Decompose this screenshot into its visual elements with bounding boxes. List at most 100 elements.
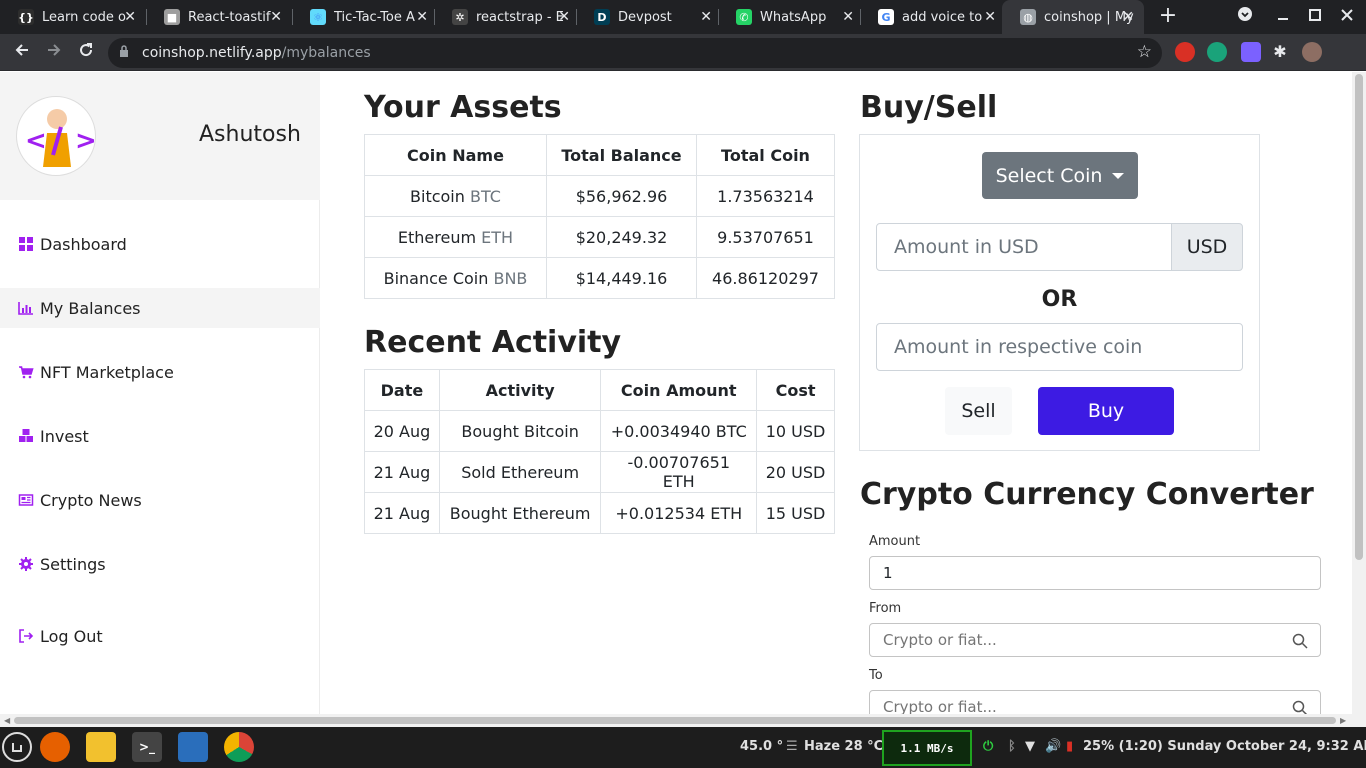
activity-cell: +0.0034940 BTC bbox=[600, 410, 758, 452]
browser-tab[interactable]: ✆ WhatsApp ✕ bbox=[718, 0, 864, 34]
horizontal-scrollbar[interactable]: ◀ ▶ bbox=[0, 714, 1366, 727]
bookmark-star-icon[interactable]: ☆ bbox=[1137, 42, 1152, 62]
converter-amount-input[interactable]: 1 bbox=[869, 556, 1321, 590]
activity-column-header: Activity bbox=[438, 369, 602, 411]
activity-cell: -0.00707651 ETH bbox=[600, 451, 758, 493]
vertical-scroll-thumb[interactable] bbox=[1355, 74, 1363, 560]
browser-tab[interactable]: ⚛ Tic-Tac-Toe A ✕ bbox=[292, 0, 438, 34]
amount-coin-input[interactable]: Amount in respective coin bbox=[876, 323, 1243, 371]
url-text: coinshop.netlify.app/mybalances bbox=[142, 45, 371, 61]
volume-icon[interactable]: 🔊 bbox=[1045, 739, 1061, 754]
battery-icon[interactable]: ▮ bbox=[1066, 739, 1073, 754]
extension-green-icon[interactable] bbox=[1207, 42, 1227, 62]
total-balance-cell: $56,962.96 bbox=[546, 175, 697, 217]
browser-tab[interactable]: D Devpost ✕ bbox=[576, 0, 722, 34]
profile-avatar-icon[interactable] bbox=[1302, 42, 1322, 62]
bluetooth-icon[interactable]: ᛒ bbox=[1008, 739, 1016, 754]
horizontal-scroll-thumb[interactable] bbox=[14, 717, 1336, 724]
activity-column-header: Cost bbox=[756, 369, 835, 411]
tab-close-icon[interactable]: ✕ bbox=[558, 9, 570, 25]
activity-cell: Sold Ethereum bbox=[438, 451, 602, 493]
maximize-icon[interactable] bbox=[1304, 6, 1326, 28]
select-coin-dropdown[interactable]: Select Coin bbox=[982, 152, 1138, 199]
browser-tab-strip: {} Learn code o ✕ ■ React-toastif ✕ ⚛ Tic-Tac-T… bbox=[0, 0, 1366, 34]
sidebar-item-log-out[interactable]: Log Out bbox=[0, 616, 320, 656]
activity-cell: 20 USD bbox=[756, 451, 835, 493]
from-label: From bbox=[869, 601, 902, 616]
clock-text[interactable]: 25% (1:20) Sunday October 24, 9:32 AM bbox=[1083, 739, 1366, 754]
vertical-scrollbar[interactable] bbox=[1352, 72, 1366, 714]
activity-cell: Bought Bitcoin bbox=[438, 410, 602, 452]
vscode-icon[interactable] bbox=[178, 732, 208, 762]
username: Ashutosh bbox=[199, 122, 301, 147]
assets-title: Your Assets bbox=[364, 90, 562, 125]
lock-icon bbox=[120, 45, 128, 57]
tab-label: React-toastif bbox=[188, 9, 271, 25]
sidebar-item-nft-marketplace[interactable]: NFT Marketplace bbox=[0, 352, 320, 392]
coin-name: Binance Coin bbox=[383, 268, 489, 288]
assets-table: Coin Name Total Balance Total Coin Bitcoin… bbox=[364, 134, 835, 299]
tab-search-icon[interactable] bbox=[1234, 6, 1256, 28]
coin-symbol: BNB bbox=[493, 268, 528, 288]
new-tab-button[interactable]: + bbox=[1156, 4, 1180, 28]
browser-tab[interactable]: Gadd voice to ✕ bbox=[860, 0, 1006, 34]
tab-separator bbox=[860, 9, 861, 25]
search-icon bbox=[1292, 700, 1308, 714]
wifi-icon[interactable]: ▼ bbox=[1025, 739, 1035, 754]
amount-usd-input[interactable]: Amount in USD bbox=[876, 223, 1172, 271]
scroll-left-arrow-icon[interactable]: ◀ bbox=[4, 716, 10, 725]
firefox-icon[interactable] bbox=[40, 732, 70, 762]
back-icon[interactable] bbox=[9, 40, 35, 66]
sidebar-item-invest[interactable]: Invest bbox=[0, 416, 320, 456]
mint-menu-icon[interactable] bbox=[2, 732, 32, 762]
activity-cell: 21 Aug bbox=[364, 451, 440, 493]
total-coin-cell: 1.73563214 bbox=[696, 175, 835, 217]
tab-close-icon[interactable]: ✕ bbox=[124, 9, 136, 25]
buy-button[interactable]: Buy bbox=[1038, 387, 1174, 435]
tab-close-icon[interactable]: ✕ bbox=[270, 9, 282, 25]
tab-label: reactstrap - E bbox=[476, 9, 564, 25]
tab-close-icon[interactable]: ✕ bbox=[842, 9, 854, 25]
extension-red-icon[interactable] bbox=[1175, 42, 1195, 62]
extension-purple-icon[interactable] bbox=[1241, 42, 1261, 62]
sidebar-item-label: Invest bbox=[40, 426, 89, 446]
tab-close-icon[interactable]: ✕ bbox=[416, 9, 428, 25]
browser-tab[interactable]: {} Learn code o ✕ bbox=[0, 0, 146, 34]
address-bar[interactable]: coinshop.netlify.app/mybalances ☆ bbox=[108, 38, 1162, 68]
cart-icon bbox=[18, 364, 40, 380]
cpu-temp: 45.0 ° bbox=[740, 739, 784, 754]
reload-icon[interactable] bbox=[73, 40, 99, 66]
usd-addon: USD bbox=[1171, 223, 1243, 271]
forward-icon[interactable] bbox=[41, 40, 67, 66]
activity-cell: 21 Aug bbox=[364, 492, 440, 534]
weather-text: Haze 28 °C bbox=[804, 739, 884, 754]
sidebar-item-my-balances[interactable]: My Balances bbox=[0, 288, 320, 328]
browser-tab[interactable]: ◍ coinshop | My ✕ bbox=[1002, 0, 1144, 34]
tab-close-icon[interactable]: ✕ bbox=[1122, 9, 1134, 25]
tab-close-icon[interactable]: ✕ bbox=[984, 9, 996, 25]
files-icon[interactable] bbox=[86, 732, 116, 762]
select-coin-label: Select Coin bbox=[995, 164, 1103, 187]
converter-to-input[interactable]: Crypto or fiat... bbox=[869, 690, 1321, 714]
sidebar-item-crypto-news[interactable]: Crypto News bbox=[0, 480, 320, 520]
terminal-icon[interactable]: >_ bbox=[132, 732, 162, 762]
scroll-right-arrow-icon[interactable]: ▶ bbox=[1340, 716, 1346, 725]
sidebar-item-label: Crypto News bbox=[40, 490, 142, 510]
browser-tab[interactable]: ✲ reactstrap - E ✕ bbox=[434, 0, 580, 34]
chrome-icon[interactable] bbox=[224, 732, 254, 762]
from-placeholder: Crypto or fiat... bbox=[883, 631, 997, 649]
puzzle-extensions-icon[interactable]: ✱ bbox=[1270, 42, 1290, 62]
minimize-icon[interactable] bbox=[1272, 6, 1294, 28]
sidebar-item-settings[interactable]: Settings bbox=[0, 544, 320, 584]
page-viewport: < > Ashutosh Dashboard My Balances NFT Mar… bbox=[0, 72, 1352, 714]
coin-name: Ethereum bbox=[397, 227, 477, 247]
converter-from-input[interactable]: Crypto or fiat... bbox=[869, 623, 1321, 657]
tab-close-icon[interactable]: ✕ bbox=[700, 9, 712, 25]
power-icon[interactable]: ⏻ bbox=[983, 739, 993, 754]
sidebar-item-dashboard[interactable]: Dashboard bbox=[0, 224, 320, 264]
sidebar-item-label: NFT Marketplace bbox=[40, 362, 174, 382]
sell-button[interactable]: Sell bbox=[945, 387, 1012, 435]
close-window-icon[interactable] bbox=[1336, 6, 1358, 28]
browser-tab[interactable]: ■ React-toastif ✕ bbox=[146, 0, 292, 34]
coin-name-cell: Bitcoin BTC bbox=[364, 175, 547, 217]
